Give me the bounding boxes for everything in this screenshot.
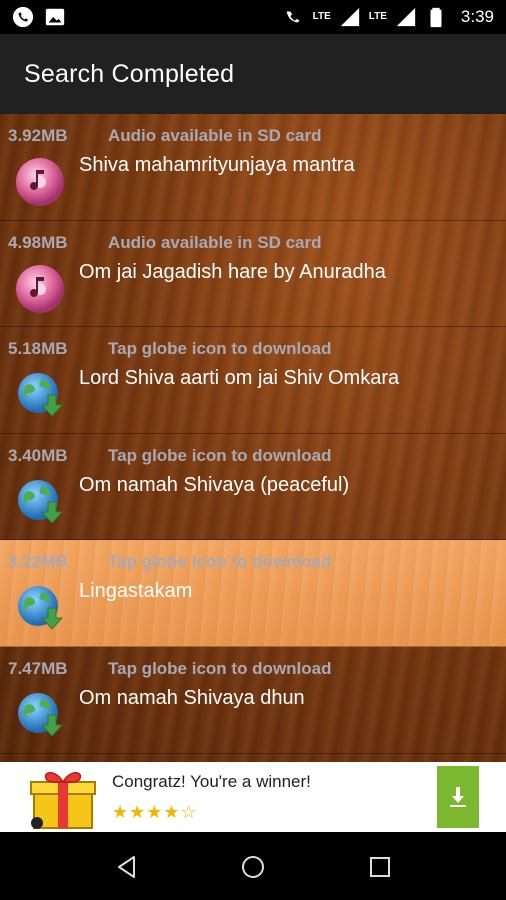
ad-download-button[interactable] bbox=[437, 766, 479, 828]
result-list[interactable]: 3.92MB Audio available in SD card Shiva … bbox=[0, 114, 506, 762]
availability-status: Tap globe icon to download bbox=[108, 339, 332, 359]
network-type-2: LTE bbox=[368, 11, 387, 22]
track-title: Om jai Jagadish hare by Anuradha bbox=[79, 260, 386, 283]
availability-status: Tap globe icon to download bbox=[108, 445, 332, 465]
file-size: 3.40MB bbox=[8, 445, 68, 465]
file-size: 3.92MB bbox=[8, 126, 68, 145]
image-icon bbox=[45, 8, 65, 26]
track-title: Om namah Shivaya (peaceful) bbox=[79, 473, 350, 496]
network-type-1: LTE bbox=[312, 11, 331, 22]
app-toolbar: Search Completed bbox=[0, 34, 506, 114]
ad-rating-stars: ★★★★☆ bbox=[112, 802, 198, 822]
status-bar: LTE LTE 3:39 bbox=[0, 0, 506, 34]
home-icon[interactable] bbox=[240, 854, 266, 880]
availability-status: Tap globe icon to download bbox=[108, 658, 332, 678]
back-icon[interactable] bbox=[114, 854, 140, 880]
file-size: 7.47MB bbox=[8, 658, 68, 678]
track-title: Lord Shiva aarti om jai Shiv Omkara bbox=[79, 367, 400, 390]
file-size: 4.98MB bbox=[8, 232, 68, 252]
list-item[interactable]: 3.40MB Tap globe icon to download Om nam… bbox=[0, 434, 506, 541]
availability-status: Tap globe icon to download bbox=[108, 552, 332, 572]
file-size: 3.22MB bbox=[8, 552, 68, 572]
music-disc-icon[interactable] bbox=[14, 156, 66, 208]
list-item[interactable]: 4.98MB Audio available in SD card Om jai… bbox=[0, 221, 506, 328]
ad-banner[interactable]: Congratz! You're a winner! ★★★★☆ bbox=[0, 762, 506, 832]
track-title: Lingastakam bbox=[79, 580, 193, 603]
music-disc-icon[interactable] bbox=[14, 263, 66, 315]
phone-call-icon bbox=[12, 6, 34, 28]
ad-info-icon[interactable] bbox=[31, 817, 43, 829]
page-title: Search Completed bbox=[24, 60, 235, 88]
recents-icon[interactable] bbox=[367, 854, 393, 880]
signal-icon bbox=[340, 7, 359, 27]
list-item[interactable]: 3.92MB Audio available in SD card Shiva … bbox=[0, 114, 506, 221]
globe-download-icon[interactable] bbox=[14, 369, 66, 421]
clock: 3:39 bbox=[460, 7, 494, 26]
list-item-selected[interactable]: 3.22MB Tap globe icon to download Lingas… bbox=[0, 540, 506, 647]
globe-download-icon[interactable] bbox=[14, 582, 66, 634]
availability-status: Audio available in SD card bbox=[108, 232, 322, 252]
track-title: Shiva mahamrityunjaya mantra bbox=[79, 154, 355, 176]
globe-download-icon[interactable] bbox=[14, 689, 66, 741]
ad-headline: Congratz! You're a winner! bbox=[112, 772, 311, 791]
list-item[interactable]: 5.18MB Tap globe icon to download Lord S… bbox=[0, 327, 506, 434]
list-item[interactable]: 7.47MB Tap globe icon to download Om nam… bbox=[0, 647, 506, 754]
signal-icon-2 bbox=[396, 7, 416, 27]
globe-download-icon[interactable] bbox=[14, 476, 66, 528]
availability-status: Audio available in SD card bbox=[108, 126, 322, 145]
navigation-bar bbox=[0, 832, 506, 900]
wifi-calling-icon bbox=[286, 11, 300, 23]
track-title: Om namah Shivaya dhun bbox=[79, 686, 305, 709]
file-size: 5.18MB bbox=[8, 339, 68, 359]
download-icon bbox=[450, 787, 466, 807]
battery-icon bbox=[430, 7, 442, 28]
